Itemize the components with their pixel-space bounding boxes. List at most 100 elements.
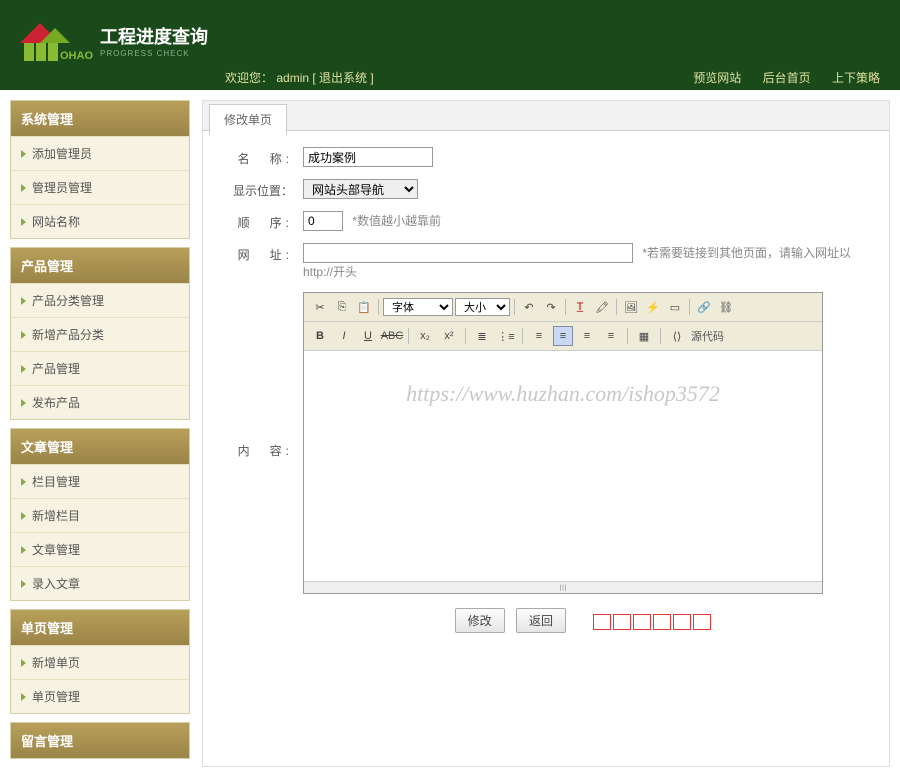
strike-icon[interactable]: ABC — [382, 326, 402, 346]
editor-body[interactable]: https://www.huzhan.com/ishop3572 — [304, 351, 822, 581]
sidebar-item[interactable]: 新增产品分类 — [11, 317, 189, 351]
sidebar-item[interactable]: 管理员管理 — [11, 170, 189, 204]
sidebar-item[interactable]: 产品管理 — [11, 351, 189, 385]
triangle-icon — [21, 659, 26, 667]
sidebar-item[interactable]: 新增栏目 — [11, 498, 189, 532]
ul-icon[interactable]: ⋮≡ — [496, 326, 516, 346]
form-actions: 修改 返回 — [303, 608, 859, 633]
redbox[interactable] — [673, 614, 691, 630]
layout-icon[interactable]: ▭ — [665, 297, 685, 317]
flash-icon[interactable]: ⚡ — [643, 297, 663, 317]
sidebar: 系统管理添加管理员管理员管理网站名称产品管理产品分类管理新增产品分类产品管理发布… — [10, 100, 190, 767]
triangle-icon — [21, 478, 26, 486]
welcome-prefix: 欢迎您： — [225, 71, 273, 85]
bold-icon[interactable]: B — [310, 326, 330, 346]
sidebar-item[interactable]: 录入文章 — [11, 566, 189, 600]
sidebar-item-label: 新增单页 — [32, 654, 80, 671]
link-icon[interactable]: 🔗 — [694, 297, 714, 317]
triangle-icon — [21, 297, 26, 305]
welcome-text: 欢迎您： admin [ 退出系统 ] — [225, 69, 374, 86]
label-content: 内 容: — [233, 292, 303, 459]
submit-button[interactable]: 修改 — [455, 608, 505, 633]
redbox[interactable] — [633, 614, 651, 630]
redbox[interactable] — [653, 614, 671, 630]
redbox[interactable] — [693, 614, 711, 630]
align-left-icon[interactable]: ≡ — [529, 326, 549, 346]
sidebar-item[interactable]: 新增单页 — [11, 645, 189, 679]
redo-icon[interactable]: ↷ — [541, 297, 561, 317]
ol-icon[interactable]: ≣ — [472, 326, 492, 346]
underline-icon[interactable]: U — [358, 326, 378, 346]
align-justify-icon[interactable]: ≡ — [601, 326, 621, 346]
label-name: 名 称: — [233, 147, 303, 167]
italic-icon[interactable]: I — [334, 326, 354, 346]
sidebar-item-label: 栏目管理 — [32, 473, 80, 490]
sidebar-head: 系统管理 — [11, 101, 189, 136]
sidebar-item[interactable]: 发布产品 — [11, 385, 189, 419]
redbox[interactable] — [593, 614, 611, 630]
nav-policy[interactable]: 上下策略 — [832, 71, 880, 85]
source-icon[interactable]: ⟨⟩ — [667, 326, 687, 346]
sidebar-item-label: 录入文章 — [32, 575, 80, 592]
triangle-icon — [21, 399, 26, 407]
sidebar-item[interactable]: 网站名称 — [11, 204, 189, 238]
logo-area: OHAO 工程进度查询 PROGRESS CHECK — [10, 15, 208, 65]
tab-edit-page[interactable]: 修改单页 — [209, 104, 287, 135]
sidebar-item[interactable]: 产品分类管理 — [11, 283, 189, 317]
triangle-icon — [21, 150, 26, 158]
watermark: https://www.huzhan.com/ishop3572 — [304, 381, 822, 407]
paste-icon[interactable]: 📋 — [354, 297, 374, 317]
nav-home[interactable]: 后台首页 — [763, 71, 811, 85]
sidebar-head: 单页管理 — [11, 610, 189, 645]
source-label[interactable]: 源代码 — [691, 328, 724, 344]
triangle-icon — [21, 693, 26, 701]
input-name[interactable] — [303, 147, 433, 167]
triangle-icon — [21, 580, 26, 588]
sidebar-item[interactable]: 栏目管理 — [11, 464, 189, 498]
input-url[interactable] — [303, 243, 633, 263]
table-icon[interactable]: ▦ — [634, 326, 654, 346]
unlink-icon[interactable]: ⛓ — [716, 297, 736, 317]
app-subtitle: PROGRESS CHECK — [100, 49, 208, 58]
sidebar-item-label: 网站名称 — [32, 213, 80, 230]
triangle-icon — [21, 331, 26, 339]
sup-icon[interactable]: x² — [439, 326, 459, 346]
copy-icon[interactable]: ⎘ — [332, 297, 352, 317]
rich-editor: ✂ ⎘ 📋 字体 大小 ↶ ↷ T̲ 🖍 — [303, 292, 823, 594]
sidebar-item-label: 新增栏目 — [32, 507, 80, 524]
font-select[interactable]: 字体 — [383, 298, 453, 316]
editor-toolbar-2: B I U ABC x₂ x² ≣ ⋮≡ ≡ ≡ — [304, 322, 822, 351]
hint-order: *数值越小越靠前 — [352, 214, 441, 228]
sub-icon[interactable]: x₂ — [415, 326, 435, 346]
sidebar-item[interactable]: 文章管理 — [11, 532, 189, 566]
nav-preview[interactable]: 预览网站 — [693, 71, 741, 85]
back-button[interactable]: 返回 — [516, 608, 566, 633]
triangle-icon — [21, 184, 26, 192]
select-position[interactable]: 网站头部导航 — [303, 179, 418, 199]
main-panel: 修改单页 名 称: 显示位置： 网站头部导航 顺 序: — [202, 100, 890, 767]
cut-icon[interactable]: ✂ — [310, 297, 330, 317]
align-center-icon[interactable]: ≡ — [553, 326, 573, 346]
sidebar-item-label: 管理员管理 — [32, 179, 92, 196]
logout-link[interactable]: [ 退出系统 ] — [312, 71, 373, 85]
image-icon[interactable]: 🖼 — [621, 297, 641, 317]
app-title: 工程进度查询 — [100, 23, 208, 49]
sidebar-item-label: 新增产品分类 — [32, 326, 104, 343]
input-order[interactable] — [303, 211, 343, 231]
editor-scrollbar[interactable]: III — [304, 581, 822, 593]
bgcolor-icon[interactable]: 🖍 — [592, 297, 612, 317]
sidebar-item-label: 发布产品 — [32, 394, 80, 411]
sidebar-item-label: 文章管理 — [32, 541, 80, 558]
triangle-icon — [21, 546, 26, 554]
undo-icon[interactable]: ↶ — [519, 297, 539, 317]
triangle-icon — [21, 365, 26, 373]
size-select[interactable]: 大小 — [455, 298, 510, 316]
sidebar-item[interactable]: 添加管理员 — [11, 136, 189, 170]
align-right-icon[interactable]: ≡ — [577, 326, 597, 346]
sidebar-item-label: 产品管理 — [32, 360, 80, 377]
sidebar-item-label: 产品分类管理 — [32, 292, 104, 309]
label-order: 顺 序: — [233, 211, 303, 231]
redbox[interactable] — [613, 614, 631, 630]
sidebar-item[interactable]: 单页管理 — [11, 679, 189, 713]
textcolor-icon[interactable]: T̲ — [570, 297, 590, 317]
